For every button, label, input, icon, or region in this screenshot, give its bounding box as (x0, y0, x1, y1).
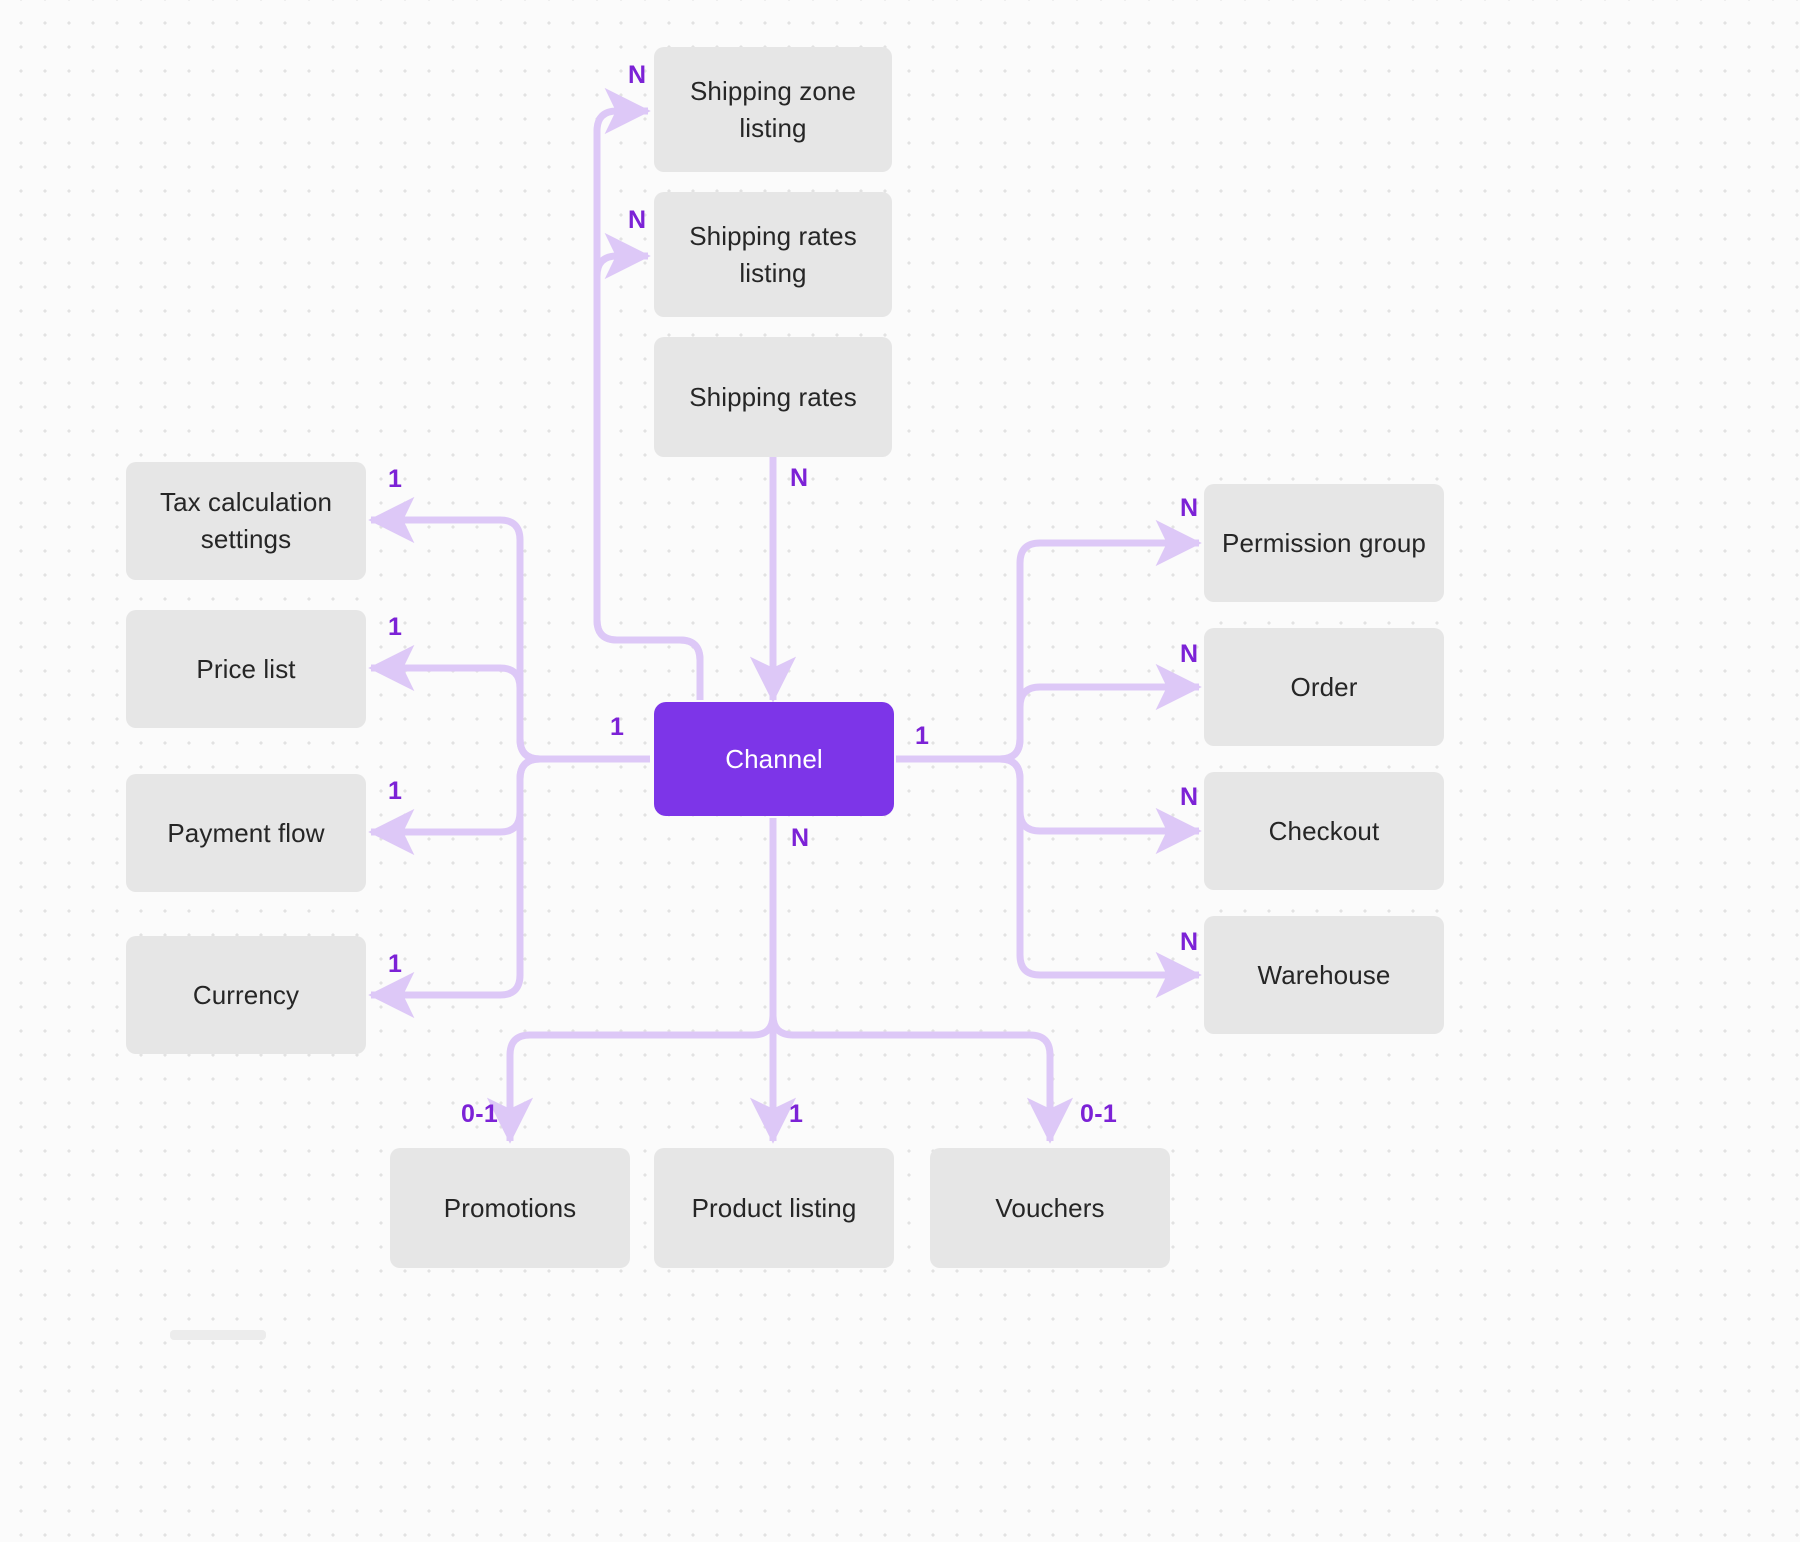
node-label: Shipping rates (689, 381, 857, 412)
cardinality-currency: 1 (388, 950, 403, 978)
node-order[interactable]: Order (1204, 628, 1444, 746)
node-label: Product listing (691, 1192, 857, 1223)
edge-channel-promotions (486, 818, 777, 1144)
node-label: Price list (196, 653, 296, 684)
cardinality-permission-group: N (1180, 494, 1199, 522)
edge-channel-order (896, 663, 1202, 763)
node-label: Currency (192, 979, 300, 1010)
node-warehouse[interactable]: Warehouse (1204, 916, 1444, 1034)
node-label: Order (1290, 671, 1358, 702)
edge-channel-payment-flow (368, 755, 650, 856)
node-label: Channel (725, 743, 823, 774)
diagram-canvas[interactable]: Shipping zone listing Shipping rates lis… (0, 0, 1800, 1542)
cardinality-shipping-zone-listing: N (628, 61, 647, 89)
node-promotions[interactable]: Promotions (390, 1148, 630, 1268)
edge-channel-price-list (368, 644, 650, 763)
edge-channel-shipping-rates-listing (593, 232, 704, 700)
edge-channel-warehouse (896, 755, 1202, 999)
cardinality-checkout: N (1180, 783, 1199, 811)
edge-layer (368, 87, 1202, 1144)
node-shipping-rates-listing[interactable]: Shipping rates listing (654, 192, 892, 317)
cardinality-warehouse: N (1180, 928, 1199, 956)
node-product-listing[interactable]: Product listing (654, 1148, 894, 1268)
node-label: Permission group (1222, 527, 1426, 558)
node-label: Shipping rates listing (689, 220, 857, 288)
edge-channel-checkout (896, 755, 1202, 855)
cardinality-vouchers: 0-1 (1080, 1100, 1118, 1128)
node-shipping-rates[interactable]: Shipping rates (654, 337, 892, 457)
node-checkout[interactable]: Checkout (1204, 772, 1444, 890)
cardinality-product-listing: 1 (789, 1100, 804, 1128)
canvas-watermark (170, 1330, 266, 1340)
node-permission-group[interactable]: Permission group (1204, 484, 1444, 602)
node-shipping-zone-listing[interactable]: Shipping zone listing (654, 47, 892, 172)
node-vouchers[interactable]: Vouchers (930, 1148, 1170, 1268)
node-label: Promotions (443, 1192, 577, 1223)
node-label: Shipping zone listing (689, 75, 857, 143)
node-label: Checkout (1268, 815, 1380, 846)
node-label: Vouchers (995, 1192, 1105, 1223)
node-label: Warehouse (1257, 959, 1391, 990)
node-channel[interactable]: Channel (654, 702, 894, 816)
node-payment-flow[interactable]: Payment flow (126, 774, 366, 892)
node-label: Tax calculation settings (159, 487, 333, 554)
node-label: Payment flow (167, 817, 325, 848)
edge-channel-permission-group (896, 519, 1202, 763)
cardinality-channel-left: 1 (610, 713, 625, 741)
cardinality-order: N (1180, 640, 1199, 668)
cardinality-shipping-rates: N (790, 464, 809, 492)
cardinality-payment-flow: 1 (388, 777, 403, 805)
cardinality-channel-bottom: N (791, 824, 810, 852)
node-price-list[interactable]: Price list (126, 610, 366, 728)
node-currency[interactable]: Currency (126, 936, 366, 1054)
cardinality-shipping-rates-listing: N (628, 206, 647, 234)
cardinality-price-list: 1 (388, 613, 403, 641)
edge-channel-currency (368, 755, 650, 1019)
cardinality-tax-calculation-settings: 1 (388, 465, 403, 493)
cardinality-promotions: 0-1 (461, 1100, 499, 1128)
node-tax-calculation-settings[interactable]: Tax calculation settings (126, 462, 366, 580)
edge-channel-vouchers (769, 818, 1074, 1144)
cardinality-channel-right: 1 (915, 722, 930, 750)
